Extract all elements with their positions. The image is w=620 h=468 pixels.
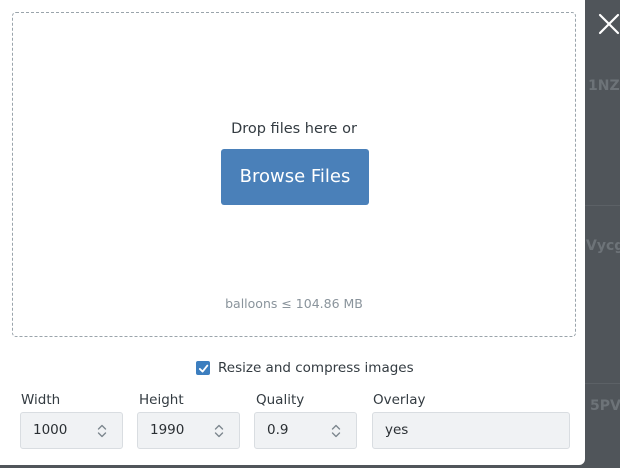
background-text-fragment: 1NZ bbox=[588, 78, 620, 94]
width-value: 1000 bbox=[33, 422, 68, 438]
quality-value: 0.9 bbox=[267, 422, 289, 438]
overlay-input[interactable]: yes bbox=[372, 412, 570, 449]
overlay-value: yes bbox=[385, 422, 409, 438]
check-icon bbox=[198, 364, 208, 372]
close-icon[interactable] bbox=[597, 12, 620, 36]
overlay-label: Overlay bbox=[373, 392, 426, 408]
file-size-limit-note: balloons ≤ 104.86 MB bbox=[225, 296, 363, 311]
quality-stepper[interactable] bbox=[330, 422, 342, 440]
background-text-fragment: 5PV bbox=[590, 398, 620, 414]
resize-label: Resize and compress images bbox=[218, 360, 414, 376]
background-divider bbox=[585, 205, 620, 206]
quality-input[interactable]: 0.9 bbox=[254, 412, 357, 449]
height-stepper[interactable] bbox=[213, 422, 225, 440]
resize-option[interactable]: Resize and compress images bbox=[196, 359, 414, 377]
browse-files-button[interactable]: Browse Files bbox=[221, 149, 369, 205]
width-input[interactable]: 1000 bbox=[20, 412, 123, 449]
height-input[interactable]: 1990 bbox=[137, 412, 240, 449]
close-button[interactable] bbox=[597, 12, 620, 38]
width-label: Width bbox=[21, 392, 61, 408]
resize-checkbox[interactable] bbox=[196, 361, 210, 375]
quality-label: Quality bbox=[256, 392, 305, 408]
drop-files-text: Drop files here or bbox=[231, 121, 357, 137]
chevron-up-down-icon bbox=[331, 424, 341, 438]
height-label: Height bbox=[139, 392, 184, 408]
file-dropzone[interactable]: Drop files here or Browse Files balloons… bbox=[12, 12, 576, 337]
upload-modal: Drop files here or Browse Files balloons… bbox=[0, 0, 585, 465]
height-value: 1990 bbox=[150, 422, 185, 438]
background-text-fragment: Vycg bbox=[586, 238, 620, 254]
width-stepper[interactable] bbox=[96, 422, 108, 440]
background-divider bbox=[585, 383, 620, 384]
chevron-up-down-icon bbox=[214, 424, 224, 438]
chevron-up-down-icon bbox=[97, 424, 107, 438]
